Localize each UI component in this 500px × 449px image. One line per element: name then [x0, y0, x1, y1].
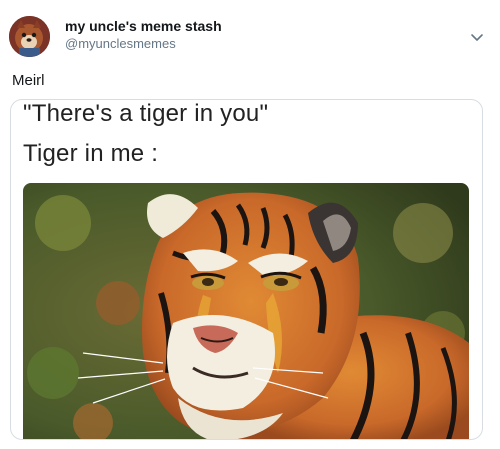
- media-card[interactable]: "There's a tiger in you" Tiger in me :: [10, 99, 483, 440]
- account-handle[interactable]: @myunclesmemes: [65, 35, 222, 52]
- tweet-card: my uncle's meme stash @myunclesmemes Mei…: [0, 0, 500, 449]
- display-name[interactable]: my uncle's meme stash: [65, 17, 222, 35]
- tweet-text: Meirl: [12, 72, 45, 89]
- tiger-photo: [23, 183, 469, 439]
- meme-caption-line-1: "There's a tiger in you": [23, 100, 269, 127]
- meme-caption-line-2: Tiger in me :: [23, 140, 159, 167]
- account-names: my uncle's meme stash @myunclesmemes: [65, 17, 222, 52]
- tweet-header: my uncle's meme stash @myunclesmemes: [9, 16, 222, 57]
- avatar[interactable]: [9, 16, 50, 57]
- chevron-down-icon[interactable]: [470, 30, 484, 41]
